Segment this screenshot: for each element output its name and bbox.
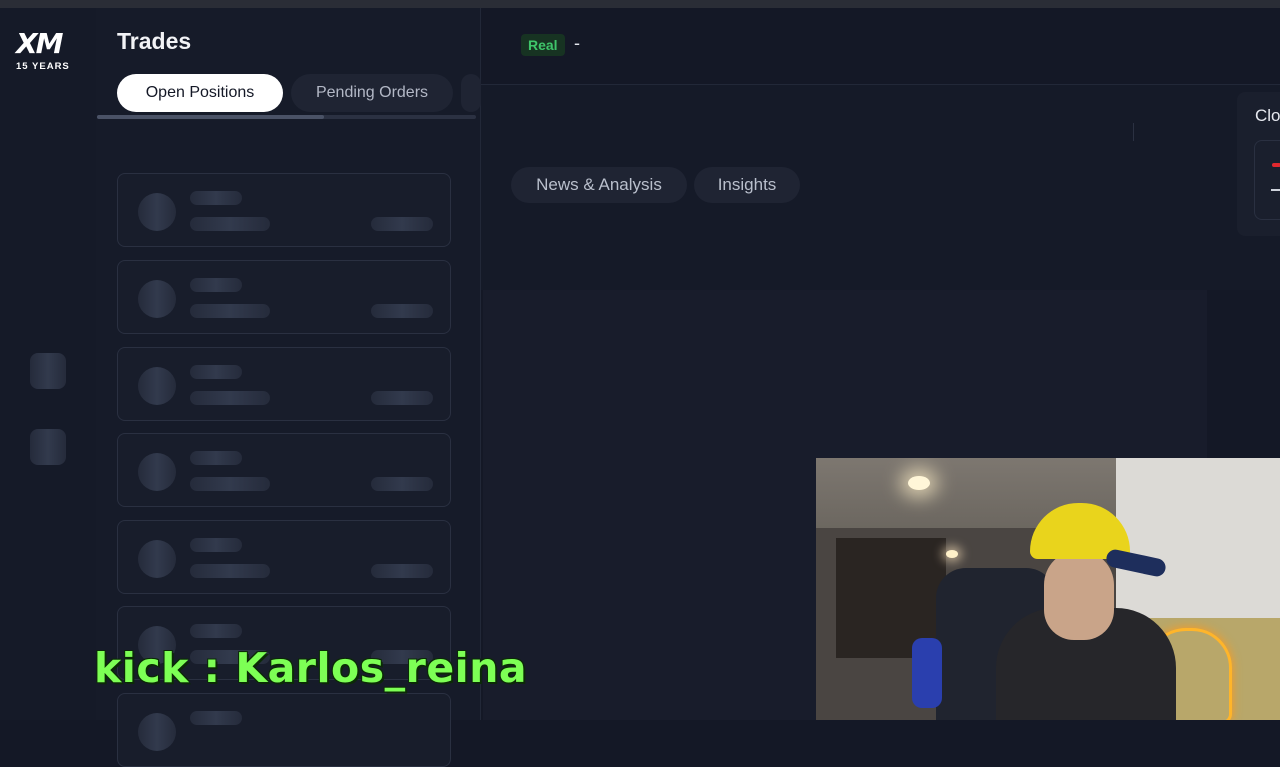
tab-scroll-thumb[interactable] (97, 115, 324, 119)
cam-chair-arm (912, 638, 942, 708)
cam-person-face (1044, 550, 1114, 640)
position-card-skeleton (117, 173, 451, 247)
skeleton-avatar (138, 193, 176, 231)
account-value: - (574, 33, 580, 53)
skeleton-avatar (138, 367, 176, 405)
webcam-overlay (816, 458, 1280, 720)
tab-news-analysis[interactable]: News & Analysis (511, 167, 687, 203)
xm-logo[interactable]: XM 15 YEARS (16, 30, 80, 82)
position-card-skeleton (117, 520, 451, 594)
account-header: Real - (481, 8, 1280, 85)
tab-overflow[interactable] (461, 74, 481, 112)
skeleton-line (190, 477, 270, 491)
skeleton-line (190, 391, 270, 405)
right-side-panel[interactable]: Clo (1237, 92, 1280, 236)
skeleton-avatar (138, 540, 176, 578)
indicator-icon (1272, 163, 1280, 167)
skeleton-line (190, 365, 242, 379)
divider (1133, 123, 1134, 141)
skeleton-line (190, 538, 242, 552)
trades-panel: Trades Open Positions Pending Orders (96, 8, 481, 767)
skeleton-line (190, 278, 242, 292)
cam-light (946, 550, 958, 558)
sidebar-skeleton-icon[interactable] (30, 429, 66, 465)
cam-light (908, 476, 930, 490)
skeleton-avatar (138, 280, 176, 318)
skeleton-line (190, 191, 242, 205)
dash-icon (1271, 189, 1280, 191)
skeleton-line (190, 217, 270, 231)
skeleton-line (371, 304, 433, 318)
cam-window (1116, 458, 1280, 628)
position-card-skeleton (117, 347, 451, 421)
skeleton-line (190, 624, 242, 638)
skeleton-line (371, 477, 433, 491)
right-panel-label: Clo (1255, 106, 1280, 125)
skeleton-line (371, 217, 433, 231)
logo-subtext: 15 YEARS (16, 61, 70, 72)
panel-title: Trades (117, 28, 192, 54)
sidebar-skeleton-icon[interactable] (30, 353, 66, 389)
content-subnav: News & Analysis Insights (481, 85, 1280, 290)
tab-insights[interactable]: Insights (694, 167, 800, 203)
tab-open-positions[interactable]: Open Positions (117, 74, 283, 112)
tab-pending-orders[interactable]: Pending Orders (291, 74, 453, 112)
account-type-badge[interactable]: Real (521, 34, 565, 56)
skeleton-avatar (138, 453, 176, 491)
skeleton-avatar (138, 713, 176, 751)
skeleton-line (371, 391, 433, 405)
skeleton-line (190, 564, 270, 578)
right-panel-card[interactable] (1254, 140, 1280, 220)
stream-handle-overlay: kick : Karlos_reina (94, 644, 528, 692)
skeleton-line (190, 711, 242, 725)
sidebar-rail: XM 15 YEARS (0, 8, 96, 720)
logo-mark: XM (16, 27, 63, 60)
skeleton-line (190, 304, 270, 318)
position-card-skeleton (117, 433, 451, 507)
position-card-skeleton (117, 693, 451, 767)
skeleton-line (190, 451, 242, 465)
skeleton-line (371, 564, 433, 578)
position-card-skeleton (117, 260, 451, 334)
window-top-bar (0, 0, 1280, 8)
